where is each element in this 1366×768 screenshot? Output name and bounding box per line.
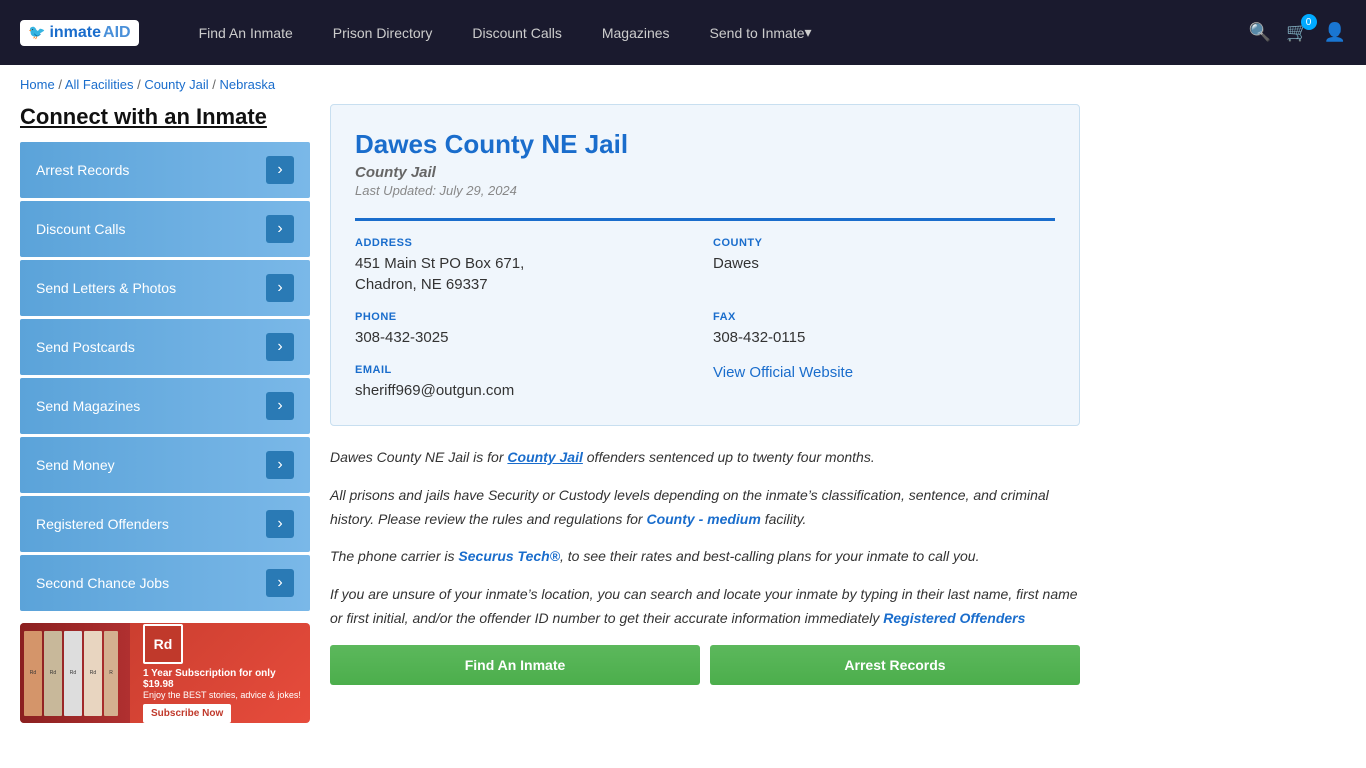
sidebar-item-arrest-records[interactable]: Arrest Records › xyxy=(20,142,310,198)
sidebar-item-label: Arrest Records xyxy=(36,162,129,178)
sidebar-item-label: Send Magazines xyxy=(36,398,140,414)
county-medium-link[interactable]: County - medium xyxy=(646,511,760,527)
logo-inmate-text: inmate xyxy=(49,24,101,42)
sidebar-item-send-postcards[interactable]: Send Postcards › xyxy=(20,319,310,375)
address-group: ADDRESS 451 Main St PO Box 671, Chadron,… xyxy=(355,237,697,295)
logo-aid-text: AID xyxy=(103,24,131,42)
ad-title: 1 Year Subscription for only $19.98 xyxy=(143,668,302,690)
content: Dawes County NE Jail County Jail Last Up… xyxy=(330,104,1080,723)
county-jail-link[interactable]: County Jail xyxy=(507,449,582,465)
fax-label: FAX xyxy=(713,311,1055,323)
sidebar-item-label: Send Letters & Photos xyxy=(36,280,176,296)
desc-para2-after: facility. xyxy=(761,511,807,527)
nav-icons: 🔍 🛒 0 👤 xyxy=(1249,22,1346,43)
securus-tech-link[interactable]: Securus Tech® xyxy=(458,548,560,564)
desc-para1-before: Dawes County NE Jail is for xyxy=(330,449,507,465)
desc-para2: All prisons and jails have Security or C… xyxy=(330,484,1080,532)
breadcrumb-county-jail[interactable]: County Jail xyxy=(144,77,208,92)
ad-subtitle: Enjoy the BEST stories, advice & jokes! xyxy=(143,690,302,700)
sidebar-arrow-icon: › xyxy=(266,392,294,420)
county-group: COUNTY Dawes xyxy=(713,237,1055,295)
cart-icon[interactable]: 🛒 0 xyxy=(1286,22,1308,43)
sidebar-item-send-letters[interactable]: Send Letters & Photos › xyxy=(20,260,310,316)
facility-type: County Jail xyxy=(355,164,1055,181)
view-official-website-link[interactable]: View Official Website xyxy=(713,364,853,381)
description: Dawes County NE Jail is for County Jail … xyxy=(330,446,1080,685)
sidebar: Connect with an Inmate Arrest Records › … xyxy=(20,104,310,723)
sidebar-item-label: Send Money xyxy=(36,457,115,473)
phone-label: PHONE xyxy=(355,311,697,323)
nav-links: Find An Inmate Prison Directory Discount… xyxy=(179,0,1249,65)
address-line1: 451 Main St PO Box 671, xyxy=(355,255,524,272)
phone-value: 308-432-3025 xyxy=(355,327,697,348)
cart-badge: 0 xyxy=(1301,14,1317,30)
sidebar-arrow-icon: › xyxy=(266,156,294,184)
phone-group: PHONE 308-432-3025 xyxy=(355,311,697,348)
logo-bird-icon: 🐦 xyxy=(28,24,45,41)
desc-para1: Dawes County NE Jail is for County Jail … xyxy=(330,446,1080,470)
fax-group: FAX 308-432-0115 xyxy=(713,311,1055,348)
county-value: Dawes xyxy=(713,253,1055,274)
arrest-records-button[interactable]: Arrest Records xyxy=(710,645,1080,685)
ad-logo: Rd xyxy=(143,624,183,664)
desc-para3-before: The phone carrier is xyxy=(330,548,458,564)
search-icon[interactable]: 🔍 xyxy=(1249,22,1271,43)
sidebar-arrow-icon: › xyxy=(266,274,294,302)
county-label: COUNTY xyxy=(713,237,1055,249)
sidebar-item-registered-offenders[interactable]: Registered Offenders › xyxy=(20,496,310,552)
sidebar-item-send-money[interactable]: Send Money › xyxy=(20,437,310,493)
facility-card: Dawes County NE Jail County Jail Last Up… xyxy=(330,104,1080,426)
registered-offenders-link[interactable]: Registered Offenders xyxy=(883,610,1025,626)
desc-para1-after: offenders sentenced up to twenty four mo… xyxy=(583,449,875,465)
nav-find-inmate[interactable]: Find An Inmate xyxy=(179,0,313,65)
desc-para4: If you are unsure of your inmate’s locat… xyxy=(330,583,1080,631)
main-container: Connect with an Inmate Arrest Records › … xyxy=(0,104,1100,743)
sidebar-item-label: Send Postcards xyxy=(36,339,135,355)
sidebar-item-label: Second Chance Jobs xyxy=(36,575,169,591)
sidebar-item-label: Discount Calls xyxy=(36,221,125,237)
sidebar-arrow-icon: › xyxy=(266,451,294,479)
sidebar-title: Connect with an Inmate xyxy=(20,104,310,130)
sidebar-arrow-icon: › xyxy=(266,510,294,538)
email-value: sheriff969@outgun.com xyxy=(355,380,697,401)
logo[interactable]: 🐦 inmate AID xyxy=(20,20,139,46)
ad-text: 1 Year Subscription for only $19.98 Enjo… xyxy=(143,668,302,723)
nav-magazines[interactable]: Magazines xyxy=(582,0,690,65)
navbar: 🐦 inmate AID Find An Inmate Prison Direc… xyxy=(0,0,1366,65)
sidebar-arrow-icon: › xyxy=(266,215,294,243)
find-inmate-button[interactable]: Find An Inmate xyxy=(330,645,700,685)
facility-name: Dawes County NE Jail xyxy=(355,129,1055,160)
facility-updated: Last Updated: July 29, 2024 xyxy=(355,183,1055,198)
sidebar-arrow-icon: › xyxy=(266,333,294,361)
email-label: EMAIL xyxy=(355,364,697,376)
website-group: View Official Website xyxy=(713,364,1055,401)
sidebar-item-second-chance-jobs[interactable]: Second Chance Jobs › xyxy=(20,555,310,611)
breadcrumb-nebraska[interactable]: Nebraska xyxy=(219,77,275,92)
user-icon[interactable]: 👤 xyxy=(1324,22,1346,43)
sidebar-menu: Arrest Records › Discount Calls › Send L… xyxy=(20,142,310,611)
sidebar-item-send-magazines[interactable]: Send Magazines › xyxy=(20,378,310,434)
nav-prison-directory[interactable]: Prison Directory xyxy=(313,0,453,65)
address-label: ADDRESS xyxy=(355,237,697,249)
address-value: 451 Main St PO Box 671, Chadron, NE 6933… xyxy=(355,253,697,295)
fax-value: 308-432-0115 xyxy=(713,327,1055,348)
action-buttons: Find An Inmate Arrest Records xyxy=(330,645,1080,685)
sidebar-arrow-icon: › xyxy=(266,569,294,597)
sidebar-item-label: Registered Offenders xyxy=(36,516,169,532)
nav-send-to-inmate[interactable]: Send to Inmate xyxy=(690,0,832,65)
desc-para3: The phone carrier is Securus Tech®, to s… xyxy=(330,545,1080,569)
breadcrumb-all-facilities[interactable]: All Facilities xyxy=(65,77,134,92)
breadcrumb: Home / All Facilities / County Jail / Ne… xyxy=(0,65,1366,104)
facility-details: ADDRESS 451 Main St PO Box 671, Chadron,… xyxy=(355,218,1055,401)
ad-subscribe-button[interactable]: Subscribe Now xyxy=(143,704,231,723)
nav-discount-calls[interactable]: Discount Calls xyxy=(452,0,581,65)
email-group: EMAIL sheriff969@outgun.com xyxy=(355,364,697,401)
desc-para3-after: , to see their rates and best-calling pl… xyxy=(560,548,979,564)
breadcrumb-home[interactable]: Home xyxy=(20,77,55,92)
sidebar-item-discount-calls[interactable]: Discount Calls › xyxy=(20,201,310,257)
sidebar-ad: Rd Rd Rd Rd R Rd 1 Year Subscription for… xyxy=(20,623,310,723)
address-line2: Chadron, NE 69337 xyxy=(355,276,488,293)
